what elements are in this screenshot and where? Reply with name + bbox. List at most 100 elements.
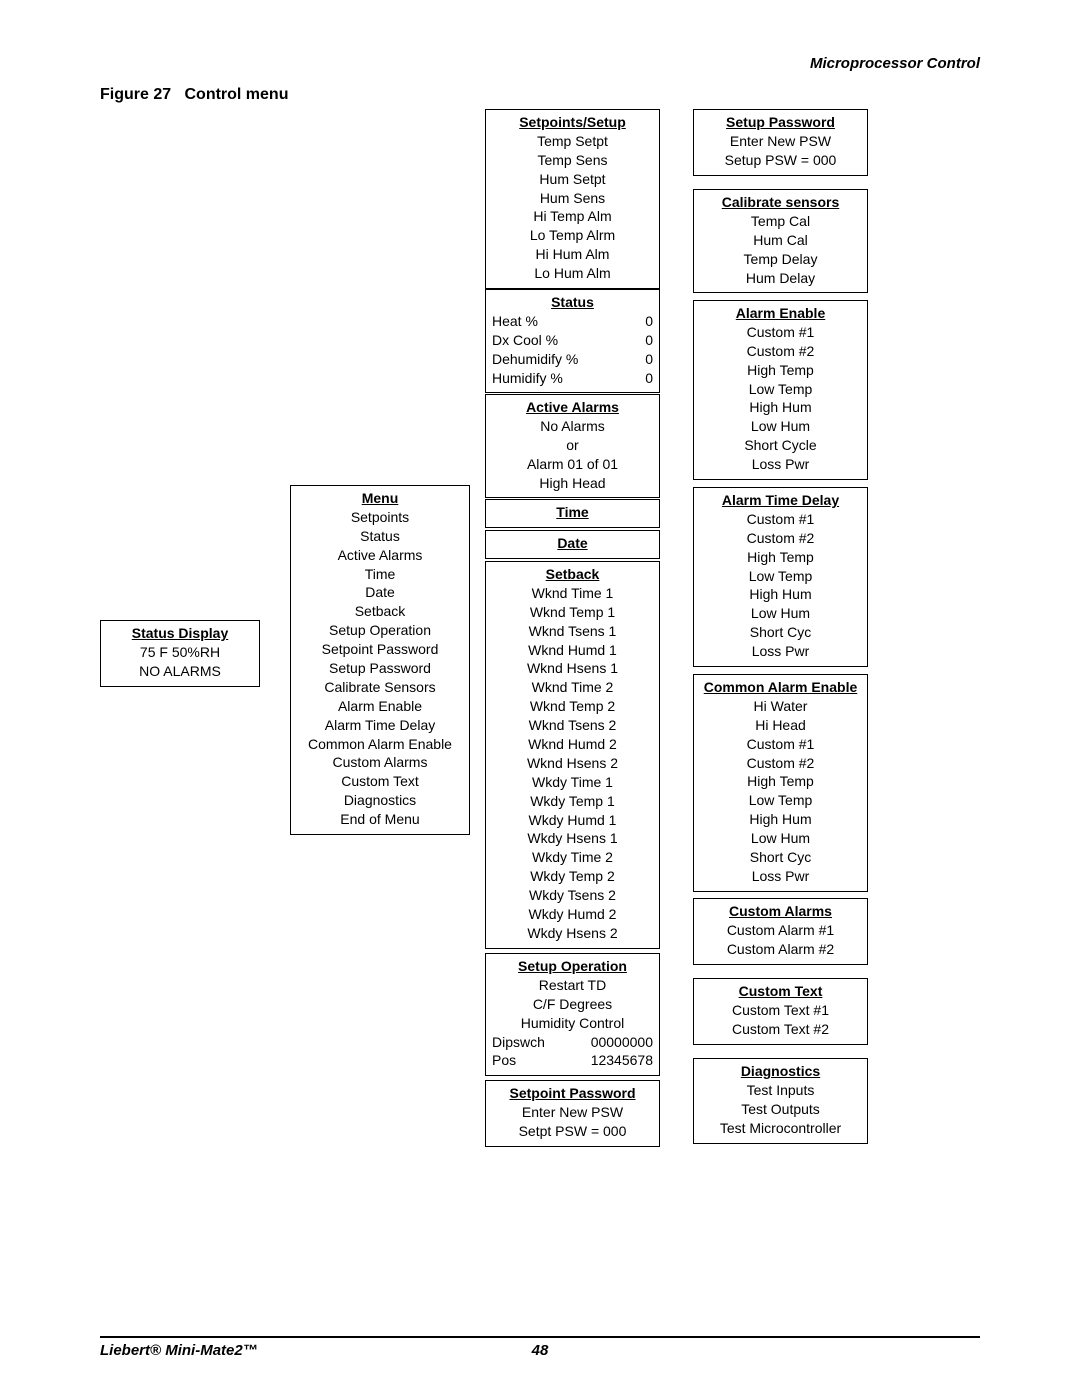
list-item: Custom Text #1 <box>700 1001 861 1020</box>
list-item: Low Hum <box>700 604 861 623</box>
list-item: Test Microcontroller <box>700 1119 861 1138</box>
list-item: Temp Cal <box>700 212 861 231</box>
list-item: Custom #2 <box>700 342 861 361</box>
list-item: Lo Hum Alm <box>492 264 653 283</box>
list-item: Wknd Temp 2 <box>492 697 653 716</box>
list-item: Wkdy Humd 2 <box>492 905 653 924</box>
list-item: Wknd Tsens 1 <box>492 622 653 641</box>
status-label: Humidify % <box>492 369 563 388</box>
status-value: 0 <box>645 369 653 388</box>
menu-item: Setup Operation <box>297 621 463 640</box>
list-item: High Hum <box>700 810 861 829</box>
list-item: No Alarms <box>492 417 653 436</box>
menu-item: Alarm Enable <box>297 697 463 716</box>
menu-item: Setup Password <box>297 659 463 678</box>
footer: Liebert® Mini-Mate2™ 48 <box>100 1336 980 1359</box>
box-title: Active Alarms <box>492 398 653 417</box>
menu-item: End of Menu <box>297 810 463 829</box>
status-row: Humidify % 0 <box>492 369 653 388</box>
list-item: High Hum <box>700 398 861 417</box>
list-item: Test Outputs <box>700 1100 861 1119</box>
list-item: Custom #1 <box>700 735 861 754</box>
status-row: Dehumidify % 0 <box>492 350 653 369</box>
row-value: 12345678 <box>591 1051 653 1070</box>
status-display-title: Status Display <box>107 624 253 643</box>
list-item: Custom Alarm #2 <box>700 940 861 959</box>
list-item: Wknd Hsens 1 <box>492 659 653 678</box>
list-item: Wkdy Tsens 2 <box>492 886 653 905</box>
active-alarms-box: Active Alarms No Alarms or Alarm 01 of 0… <box>485 394 660 498</box>
list-item: Hi Temp Alm <box>492 207 653 226</box>
list-item: Custom #1 <box>700 510 861 529</box>
status-value: 0 <box>645 350 653 369</box>
list-item: Wkdy Temp 2 <box>492 867 653 886</box>
figure-title: Figure 27 Control menu <box>100 86 288 104</box>
box-title: Date <box>492 534 653 553</box>
menu-item: Status <box>297 527 463 546</box>
list-item: C/F Degrees <box>492 995 653 1014</box>
footer-product: Liebert® Mini-Mate2™ <box>100 1342 258 1359</box>
menu-item: Setback <box>297 602 463 621</box>
list-item: Humidity Control <box>492 1014 653 1033</box>
status-label: Heat % <box>492 312 538 331</box>
row-value: 00000000 <box>591 1033 653 1052</box>
setback-box: Setback Wknd Time 1 Wknd Temp 1 Wknd Tse… <box>485 561 660 949</box>
menu-title: Menu <box>297 489 463 508</box>
status-row: Heat %0 <box>492 312 653 331</box>
list-item: or <box>492 436 653 455</box>
section-header: Microprocessor Control <box>810 55 980 72</box>
box-title: Time <box>492 503 653 522</box>
menu-box: Menu Setpoints Status Active Alarms Time… <box>290 485 470 835</box>
box-title: Setup Password <box>700 113 861 132</box>
list-item: Wknd Time 2 <box>492 678 653 697</box>
list-item: Custom Text #2 <box>700 1020 861 1039</box>
time-box: Time <box>485 499 660 528</box>
menu-item: Alarm Time Delay <box>297 716 463 735</box>
list-item: Setpt PSW = 000 <box>492 1122 653 1141</box>
menu-item: Setpoint Password <box>297 640 463 659</box>
status-display-line: 75 F 50%RH <box>107 643 253 662</box>
menu-item: Diagnostics <box>297 791 463 810</box>
menu-item: Date <box>297 583 463 602</box>
box-title: Diagnostics <box>700 1062 861 1081</box>
list-item: Wkdy Humd 1 <box>492 811 653 830</box>
status-value: 0 <box>645 331 653 350</box>
calibrate-sensors-box: Calibrate sensors Temp Cal Hum Cal Temp … <box>693 189 868 293</box>
list-item: High Temp <box>700 361 861 380</box>
status-display-line: NO ALARMS <box>107 662 253 681</box>
list-item: Wknd Humd 2 <box>492 735 653 754</box>
box-title: Custom Alarms <box>700 902 861 921</box>
box-title: Alarm Time Delay <box>700 491 861 510</box>
list-item: High Hum <box>700 585 861 604</box>
list-item: Custom Alarm #1 <box>700 921 861 940</box>
box-title: Alarm Enable <box>700 304 861 323</box>
list-item: Wknd Time 1 <box>492 584 653 603</box>
list-item: Custom #2 <box>700 754 861 773</box>
list-item: Hum Sens <box>492 189 653 208</box>
setpoint-password-box: Setpoint Password Enter New PSW Setpt PS… <box>485 1080 660 1147</box>
list-item: Hum Delay <box>700 269 861 288</box>
list-item: Hi Water <box>700 697 861 716</box>
menu-item: Setpoints <box>297 508 463 527</box>
list-item: Wkdy Temp 1 <box>492 792 653 811</box>
list-item: Enter New PSW <box>492 1103 653 1122</box>
list-item: Wknd Temp 1 <box>492 603 653 622</box>
box-title: Custom Text <box>700 982 861 1001</box>
list-item: Hum Setpt <box>492 170 653 189</box>
list-item: Low Temp <box>700 567 861 586</box>
status-row: Dx Cool %0 <box>492 331 653 350</box>
setup-password-box: Setup Password Enter New PSW Setup PSW =… <box>693 109 868 176</box>
list-item: Setup PSW = 000 <box>700 151 861 170</box>
row-label: Pos <box>492 1051 516 1070</box>
status-label: Dehumidify % <box>492 350 578 369</box>
list-item: Short Cyc <box>700 623 861 642</box>
list-item: Temp Setpt <box>492 132 653 151</box>
setup-row: Dipswch00000000 <box>492 1033 653 1052</box>
setpoints-setup-box: Setpoints/Setup Temp Setpt Temp Sens Hum… <box>485 109 660 289</box>
box-title: Setback <box>492 565 653 584</box>
setup-operation-box: Setup Operation Restart TD C/F Degrees H… <box>485 953 660 1076</box>
custom-alarms-box: Custom Alarms Custom Alarm #1 Custom Ala… <box>693 898 868 965</box>
list-item: Restart TD <box>492 976 653 995</box>
custom-text-box: Custom Text Custom Text #1 Custom Text #… <box>693 978 868 1045</box>
box-title: Common Alarm Enable <box>700 678 861 697</box>
